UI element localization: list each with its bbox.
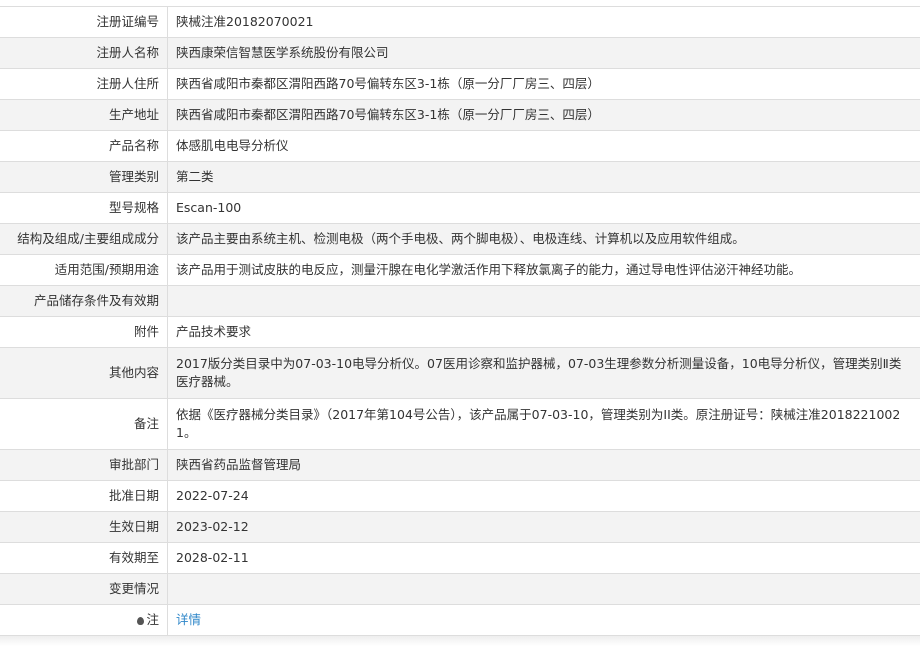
field-value: 2022-07-24 bbox=[167, 480, 920, 512]
field-value bbox=[167, 285, 920, 317]
field-value: 2023-02-12 bbox=[167, 511, 920, 543]
note-label: 注 bbox=[146, 612, 159, 627]
top-border bbox=[0, 0, 920, 7]
field-value: 2028-02-11 bbox=[167, 542, 920, 574]
field-value: 陕械注准20182070021 bbox=[167, 7, 920, 38]
field-label: 生效日期 bbox=[0, 511, 168, 543]
field-label: 结构及组成/主要组成成分 bbox=[0, 223, 168, 255]
field-label: 变更情况 bbox=[0, 573, 168, 605]
field-label: 产品名称 bbox=[0, 130, 168, 162]
row-registrant-name: 注册人名称 陕西康荣信智慧医学系统股份有限公司 bbox=[0, 37, 920, 69]
field-label: 有效期至 bbox=[0, 542, 168, 574]
field-value: 产品技术要求 bbox=[167, 316, 920, 348]
row-approval-date: 批准日期 2022-07-24 bbox=[0, 480, 920, 512]
field-label: 注册人住所 bbox=[0, 68, 168, 100]
field-value: 依据《医疗器械分类目录》（2017年第104号公告），该产品属于07-03-10… bbox=[167, 398, 920, 450]
field-value: 该产品用于测试皮肤的电反应，测量汗腺在电化学激活作用下释放氯离子的能力，通过导电… bbox=[167, 254, 920, 286]
field-label: 生产地址 bbox=[0, 99, 168, 131]
row-structure: 结构及组成/主要组成成分 该产品主要由系统主机、检测电极（两个手电极、两个脚电极… bbox=[0, 223, 920, 255]
detail-link[interactable]: 详情 bbox=[176, 612, 201, 627]
field-label: 产品储存条件及有效期 bbox=[0, 285, 168, 317]
field-label: 备注 bbox=[0, 398, 168, 450]
row-approval-dept: 审批部门 陕西省药品监督管理局 bbox=[0, 449, 920, 481]
field-label: 注册人名称 bbox=[0, 37, 168, 69]
field-value: 第二类 bbox=[167, 161, 920, 193]
row-registrant-address: 注册人住所 陕西省咸阳市秦都区渭阳西路70号偏转东区3-1栋（原一分厂厂房三、四… bbox=[0, 68, 920, 100]
row-registration-no: 注册证编号 陕械注准20182070021 bbox=[0, 7, 920, 38]
field-label: 附件 bbox=[0, 316, 168, 348]
field-label: 审批部门 bbox=[0, 449, 168, 481]
field-value bbox=[167, 573, 920, 605]
field-label: 批准日期 bbox=[0, 480, 168, 512]
lightbulb-icon bbox=[137, 617, 145, 625]
row-change-info: 变更情况 bbox=[0, 573, 920, 605]
field-label: 管理类别 bbox=[0, 161, 168, 193]
row-production-address: 生产地址 陕西省咸阳市秦都区渭阳西路70号偏转东区3-1栋（原一分厂厂房三、四层… bbox=[0, 99, 920, 131]
field-label: 型号规格 bbox=[0, 192, 168, 224]
registration-detail-table: 注册证编号 陕械注准20182070021 注册人名称 陕西康荣信智慧医学系统股… bbox=[0, 7, 920, 636]
field-value: 体感肌电电导分析仪 bbox=[167, 130, 920, 162]
field-value: 陕西康荣信智慧医学系统股份有限公司 bbox=[167, 37, 920, 69]
row-note: 注 详情 bbox=[0, 604, 920, 636]
row-storage: 产品储存条件及有效期 bbox=[0, 285, 920, 317]
row-model-spec: 型号规格 Escan-100 bbox=[0, 192, 920, 224]
row-remarks: 备注 依据《医疗器械分类目录》（2017年第104号公告），该产品属于07-03… bbox=[0, 398, 920, 450]
field-value: 陕西省咸阳市秦都区渭阳西路70号偏转东区3-1栋（原一分厂厂房三、四层） bbox=[167, 68, 920, 100]
field-value: Escan-100 bbox=[167, 192, 920, 224]
row-product-name: 产品名称 体感肌电电导分析仪 bbox=[0, 130, 920, 162]
bottom-shadow bbox=[0, 636, 920, 646]
field-value: 陕西省药品监督管理局 bbox=[167, 449, 920, 481]
field-value: 该产品主要由系统主机、检测电极（两个手电极、两个脚电极）、电极连线、计算机以及应… bbox=[167, 223, 920, 255]
row-other: 其他内容 2017版分类目录中为07-03-10电导分析仪。07医用诊察和监护器… bbox=[0, 347, 920, 399]
row-effective-date: 生效日期 2023-02-12 bbox=[0, 511, 920, 543]
row-management-class: 管理类别 第二类 bbox=[0, 161, 920, 193]
field-label: 其他内容 bbox=[0, 347, 168, 399]
note-value-cell: 详情 bbox=[167, 604, 920, 636]
row-attachment: 附件 产品技术要求 bbox=[0, 316, 920, 348]
field-label: 适用范围/预期用途 bbox=[0, 254, 168, 286]
field-value: 2017版分类目录中为07-03-10电导分析仪。07医用诊察和监护器械，07-… bbox=[167, 347, 920, 399]
row-expiry-date: 有效期至 2028-02-11 bbox=[0, 542, 920, 574]
row-intended-use: 适用范围/预期用途 该产品用于测试皮肤的电反应，测量汗腺在电化学激活作用下释放氯… bbox=[0, 254, 920, 286]
field-value: 陕西省咸阳市秦都区渭阳西路70号偏转东区3-1栋（原一分厂厂房三、四层） bbox=[167, 99, 920, 131]
note-label-cell: 注 bbox=[0, 604, 168, 636]
field-label: 注册证编号 bbox=[0, 7, 168, 38]
